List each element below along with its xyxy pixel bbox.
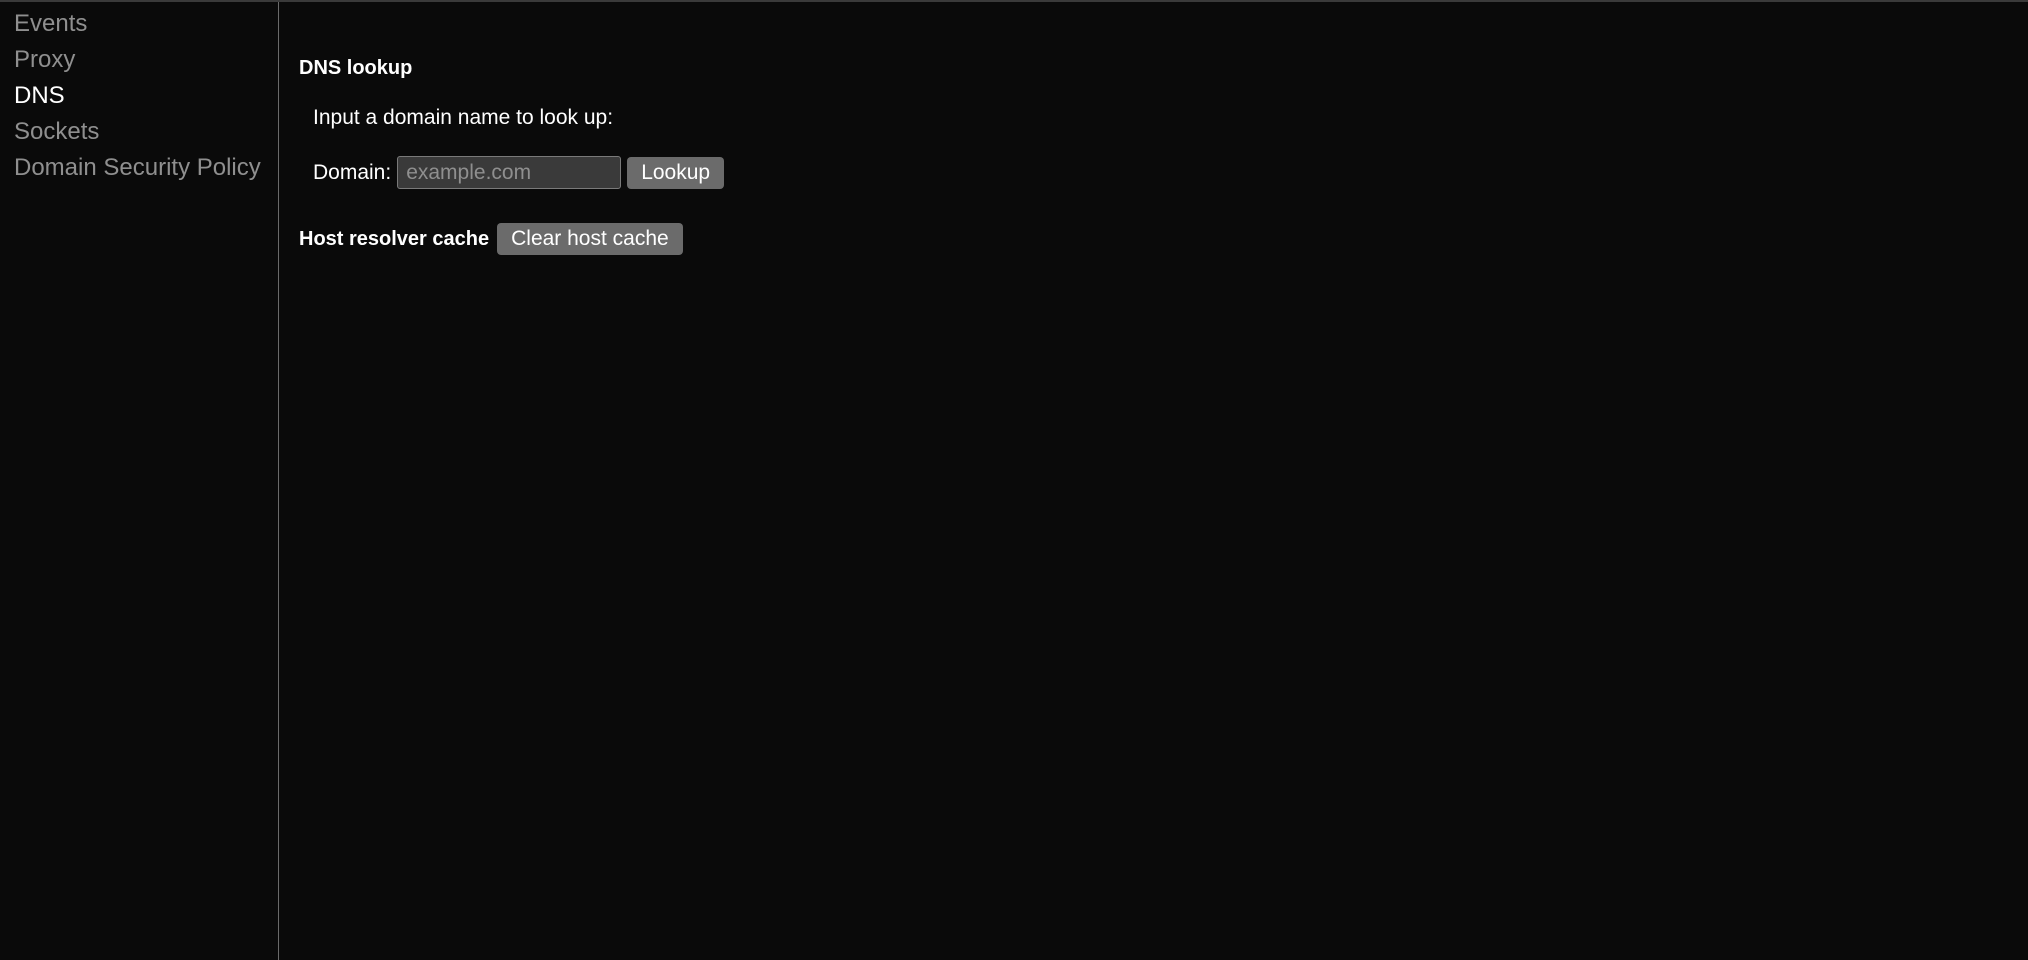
sidebar-item-proxy[interactable]: Proxy (14, 42, 278, 78)
dns-lookup-form-row: Domain: Lookup (313, 156, 2008, 189)
main-content: DNS lookup Input a domain name to look u… (279, 2, 2028, 960)
sidebar-item-domain-security-policy[interactable]: Domain Security Policy (14, 150, 278, 186)
domain-label: Domain: (313, 161, 391, 185)
host-resolver-cache-label: Host resolver cache (299, 228, 489, 251)
dns-lookup-title: DNS lookup (299, 57, 2008, 80)
lookup-button[interactable]: Lookup (627, 157, 724, 189)
sidebar-item-dns[interactable]: DNS (14, 78, 278, 114)
sidebar-item-sockets[interactable]: Sockets (14, 114, 278, 150)
domain-input[interactable] (397, 156, 621, 189)
clear-host-cache-button[interactable]: Clear host cache (497, 223, 683, 255)
dns-lookup-body: Input a domain name to look up: Domain: … (299, 106, 2008, 189)
sidebar: Events Proxy DNS Sockets Domain Security… (0, 2, 279, 960)
dns-lookup-instruction: Input a domain name to look up: (313, 106, 2008, 130)
sidebar-item-events[interactable]: Events (14, 6, 278, 42)
app-root: Events Proxy DNS Sockets Domain Security… (0, 0, 2028, 960)
host-cache-row: Host resolver cache Clear host cache (299, 223, 2008, 255)
